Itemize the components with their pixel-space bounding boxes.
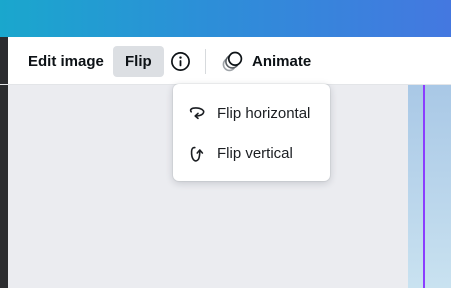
top-header-bar xyxy=(0,0,451,37)
flip-horizontal-label: Flip horizontal xyxy=(217,104,311,122)
info-button[interactable] xyxy=(167,46,194,77)
flip-horizontal-icon xyxy=(186,102,208,124)
toolbar-divider xyxy=(205,49,206,74)
flip-vertical-label: Flip vertical xyxy=(217,144,293,162)
flip-horizontal-menu-item[interactable]: Flip horizontal xyxy=(173,93,330,133)
flip-vertical-icon xyxy=(186,142,208,164)
left-edge-panel xyxy=(0,37,8,84)
context-toolbar: Edit image Flip Animate xyxy=(0,37,451,85)
flip-dropdown-menu: Flip horizontal Flip vertical xyxy=(173,84,330,181)
edit-image-button[interactable]: Edit image xyxy=(20,46,112,77)
left-side-panel xyxy=(0,85,8,288)
info-circle-icon xyxy=(171,52,190,71)
animate-label: Animate xyxy=(252,53,312,70)
flip-vertical-menu-item[interactable]: Flip vertical xyxy=(173,133,330,173)
animate-circles-icon xyxy=(222,51,243,72)
selected-image-preview[interactable] xyxy=(408,85,451,288)
flip-button[interactable]: Flip xyxy=(113,46,164,77)
animate-button[interactable]: Animate xyxy=(214,46,319,77)
selection-border xyxy=(423,85,425,288)
